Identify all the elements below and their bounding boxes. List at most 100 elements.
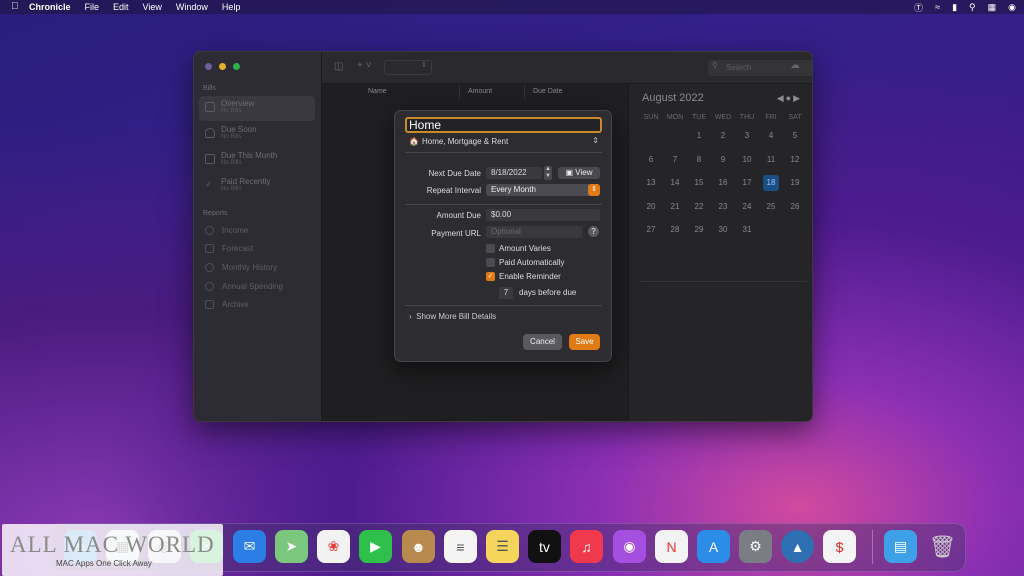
- calendar-day[interactable]: 16: [711, 171, 735, 195]
- column-name[interactable]: Name: [360, 85, 460, 99]
- calendar-day-today[interactable]: 18: [759, 171, 783, 195]
- sidebar-item-overview[interactable]: Overview No Bills: [199, 96, 315, 121]
- repeat-interval-popup[interactable]: Every Month ⇕: [486, 184, 600, 196]
- sidebar-item-paid-recently[interactable]: ✓ Paid Recently No Bills: [199, 174, 315, 199]
- amount-varies-checkbox[interactable]: [486, 244, 495, 253]
- report-income[interactable]: Income: [205, 223, 248, 237]
- report-archive[interactable]: Archive: [205, 297, 249, 311]
- report-monthly-history[interactable]: Monthly History: [205, 260, 277, 274]
- altstore-icon[interactable]: ▲: [781, 530, 814, 563]
- reminders-icon[interactable]: ≡: [444, 530, 477, 563]
- calendar-day[interactable]: 1: [687, 124, 711, 148]
- maps-icon[interactable]: ➤: [275, 530, 308, 563]
- notes-icon[interactable]: ☰: [486, 530, 519, 563]
- menu-file[interactable]: File: [85, 2, 100, 12]
- calendar-day[interactable]: 20: [639, 195, 663, 219]
- calendar-day[interactable]: 7: [663, 148, 687, 172]
- contacts-icon[interactable]: ☻: [402, 530, 435, 563]
- bill-name-field[interactable]: Home: [405, 117, 602, 133]
- siri-icon[interactable]: ◉: [1008, 2, 1016, 13]
- podcasts-icon[interactable]: ◉: [613, 530, 646, 563]
- calendar-day[interactable]: 29: [687, 218, 711, 242]
- paid-automatically-checkbox[interactable]: [486, 258, 495, 267]
- calendar-day[interactable]: 17: [735, 171, 759, 195]
- calendar-day[interactable]: 13: [639, 171, 663, 195]
- calendar-day[interactable]: 6: [639, 148, 663, 172]
- calendar-day[interactable]: 14: [663, 171, 687, 195]
- category-popup[interactable]: 🏠 Home, Mortgage & Rent: [409, 137, 508, 146]
- category-chevron-icon[interactable]: ⇕: [592, 136, 599, 145]
- menu-view[interactable]: View: [143, 2, 162, 12]
- calendar-day[interactable]: 27: [639, 218, 663, 242]
- calendar-day[interactable]: 26: [783, 195, 807, 219]
- close-button[interactable]: [205, 63, 212, 70]
- battery-icon[interactable]: ▮: [952, 2, 957, 13]
- save-button[interactable]: Save: [569, 334, 600, 350]
- show-more-details[interactable]: › Show More Bill Details: [409, 312, 496, 321]
- calendar-day[interactable]: 30: [711, 218, 735, 242]
- column-due-date[interactable]: Due Date: [525, 85, 628, 99]
- calendar-day[interactable]: 22: [687, 195, 711, 219]
- calendar-day[interactable]: 23: [711, 195, 735, 219]
- menu-help[interactable]: Help: [222, 2, 241, 12]
- cloud-icon[interactable]: ☁: [790, 60, 800, 71]
- apple-tv-icon[interactable]: tv: [528, 530, 561, 563]
- calendar-day[interactable]: 11: [759, 148, 783, 172]
- chevron-right-icon: ›: [409, 312, 412, 321]
- downloads-folder-icon[interactable]: ▤: [884, 530, 917, 563]
- next-due-date-field[interactable]: 8/18/2022: [486, 167, 542, 179]
- filter-popup[interactable]: ⇕: [384, 60, 432, 75]
- calendar-day[interactable]: 3: [735, 124, 759, 148]
- cancel-button[interactable]: Cancel: [523, 334, 562, 350]
- divider: [405, 152, 602, 153]
- menu-app-name[interactable]: Chronicle: [29, 2, 71, 12]
- help-icon[interactable]: ?: [588, 226, 599, 237]
- music-icon[interactable]: ♫: [570, 530, 603, 563]
- report-forecast[interactable]: Forecast: [205, 241, 253, 255]
- menu-edit[interactable]: Edit: [113, 2, 129, 12]
- reminder-days-field[interactable]: 7: [499, 287, 513, 299]
- wifi-icon[interactable]: ≈: [935, 2, 940, 12]
- calendar-day[interactable]: 10: [735, 148, 759, 172]
- calendar-day[interactable]: 28: [663, 218, 687, 242]
- calendar-day[interactable]: 19: [783, 171, 807, 195]
- chronicle-app-icon[interactable]: $: [823, 530, 856, 563]
- mail-icon[interactable]: ✉: [233, 530, 266, 563]
- minimize-button[interactable]: [219, 63, 226, 70]
- chronicle-status-icon[interactable]: Ⓣ: [914, 1, 923, 14]
- amount-due-field[interactable]: $0.00: [486, 209, 600, 221]
- report-annual-spending[interactable]: Annual Spending: [205, 279, 283, 293]
- facetime-icon[interactable]: ▶: [359, 530, 392, 563]
- app-store-icon[interactable]: A: [697, 530, 730, 563]
- payment-url-field[interactable]: Optional: [486, 226, 582, 238]
- sidebar-item-due-soon[interactable]: Due Soon No Bills: [199, 122, 315, 147]
- date-stepper[interactable]: ▲ ▼: [544, 166, 552, 180]
- add-bill-button[interactable]: + ˅: [357, 60, 371, 71]
- sidebar-toggle-icon[interactable]: ◫: [334, 61, 343, 72]
- calendar-day[interactable]: 5: [783, 124, 807, 148]
- calendar-day[interactable]: 25: [759, 195, 783, 219]
- calendar-day[interactable]: 8: [687, 148, 711, 172]
- calendar-day[interactable]: 31: [735, 218, 759, 242]
- column-amount[interactable]: Amount: [460, 85, 525, 99]
- calendar-day[interactable]: 2: [711, 124, 735, 148]
- menu-window[interactable]: Window: [176, 2, 208, 12]
- calendar-day[interactable]: 24: [735, 195, 759, 219]
- calendar-day[interactable]: 9: [711, 148, 735, 172]
- photos-icon[interactable]: ❀: [317, 530, 350, 563]
- calendar-nav[interactable]: ◀●▶: [777, 93, 802, 104]
- news-icon[interactable]: N: [655, 530, 688, 563]
- trash-icon[interactable]: 🗑: [926, 530, 959, 563]
- calendar-day[interactable]: 15: [687, 171, 711, 195]
- view-button[interactable]: ▣ View: [558, 167, 600, 179]
- calendar-day[interactable]: 12: [783, 148, 807, 172]
- enable-reminder-checkbox[interactable]: ✓: [486, 272, 495, 281]
- control-center-icon[interactable]: ▦: [988, 2, 997, 13]
- calendar-day[interactable]: 21: [663, 195, 687, 219]
- calendar-day[interactable]: 4: [759, 124, 783, 148]
- apple-icon[interactable]: : [11, 2, 21, 12]
- sidebar-item-due-this-month[interactable]: Due This Month No Bills: [199, 148, 315, 173]
- search-icon[interactable]: ⚲: [969, 2, 976, 13]
- zoom-button[interactable]: [233, 63, 240, 70]
- system-preferences-icon[interactable]: ⚙: [739, 530, 772, 563]
